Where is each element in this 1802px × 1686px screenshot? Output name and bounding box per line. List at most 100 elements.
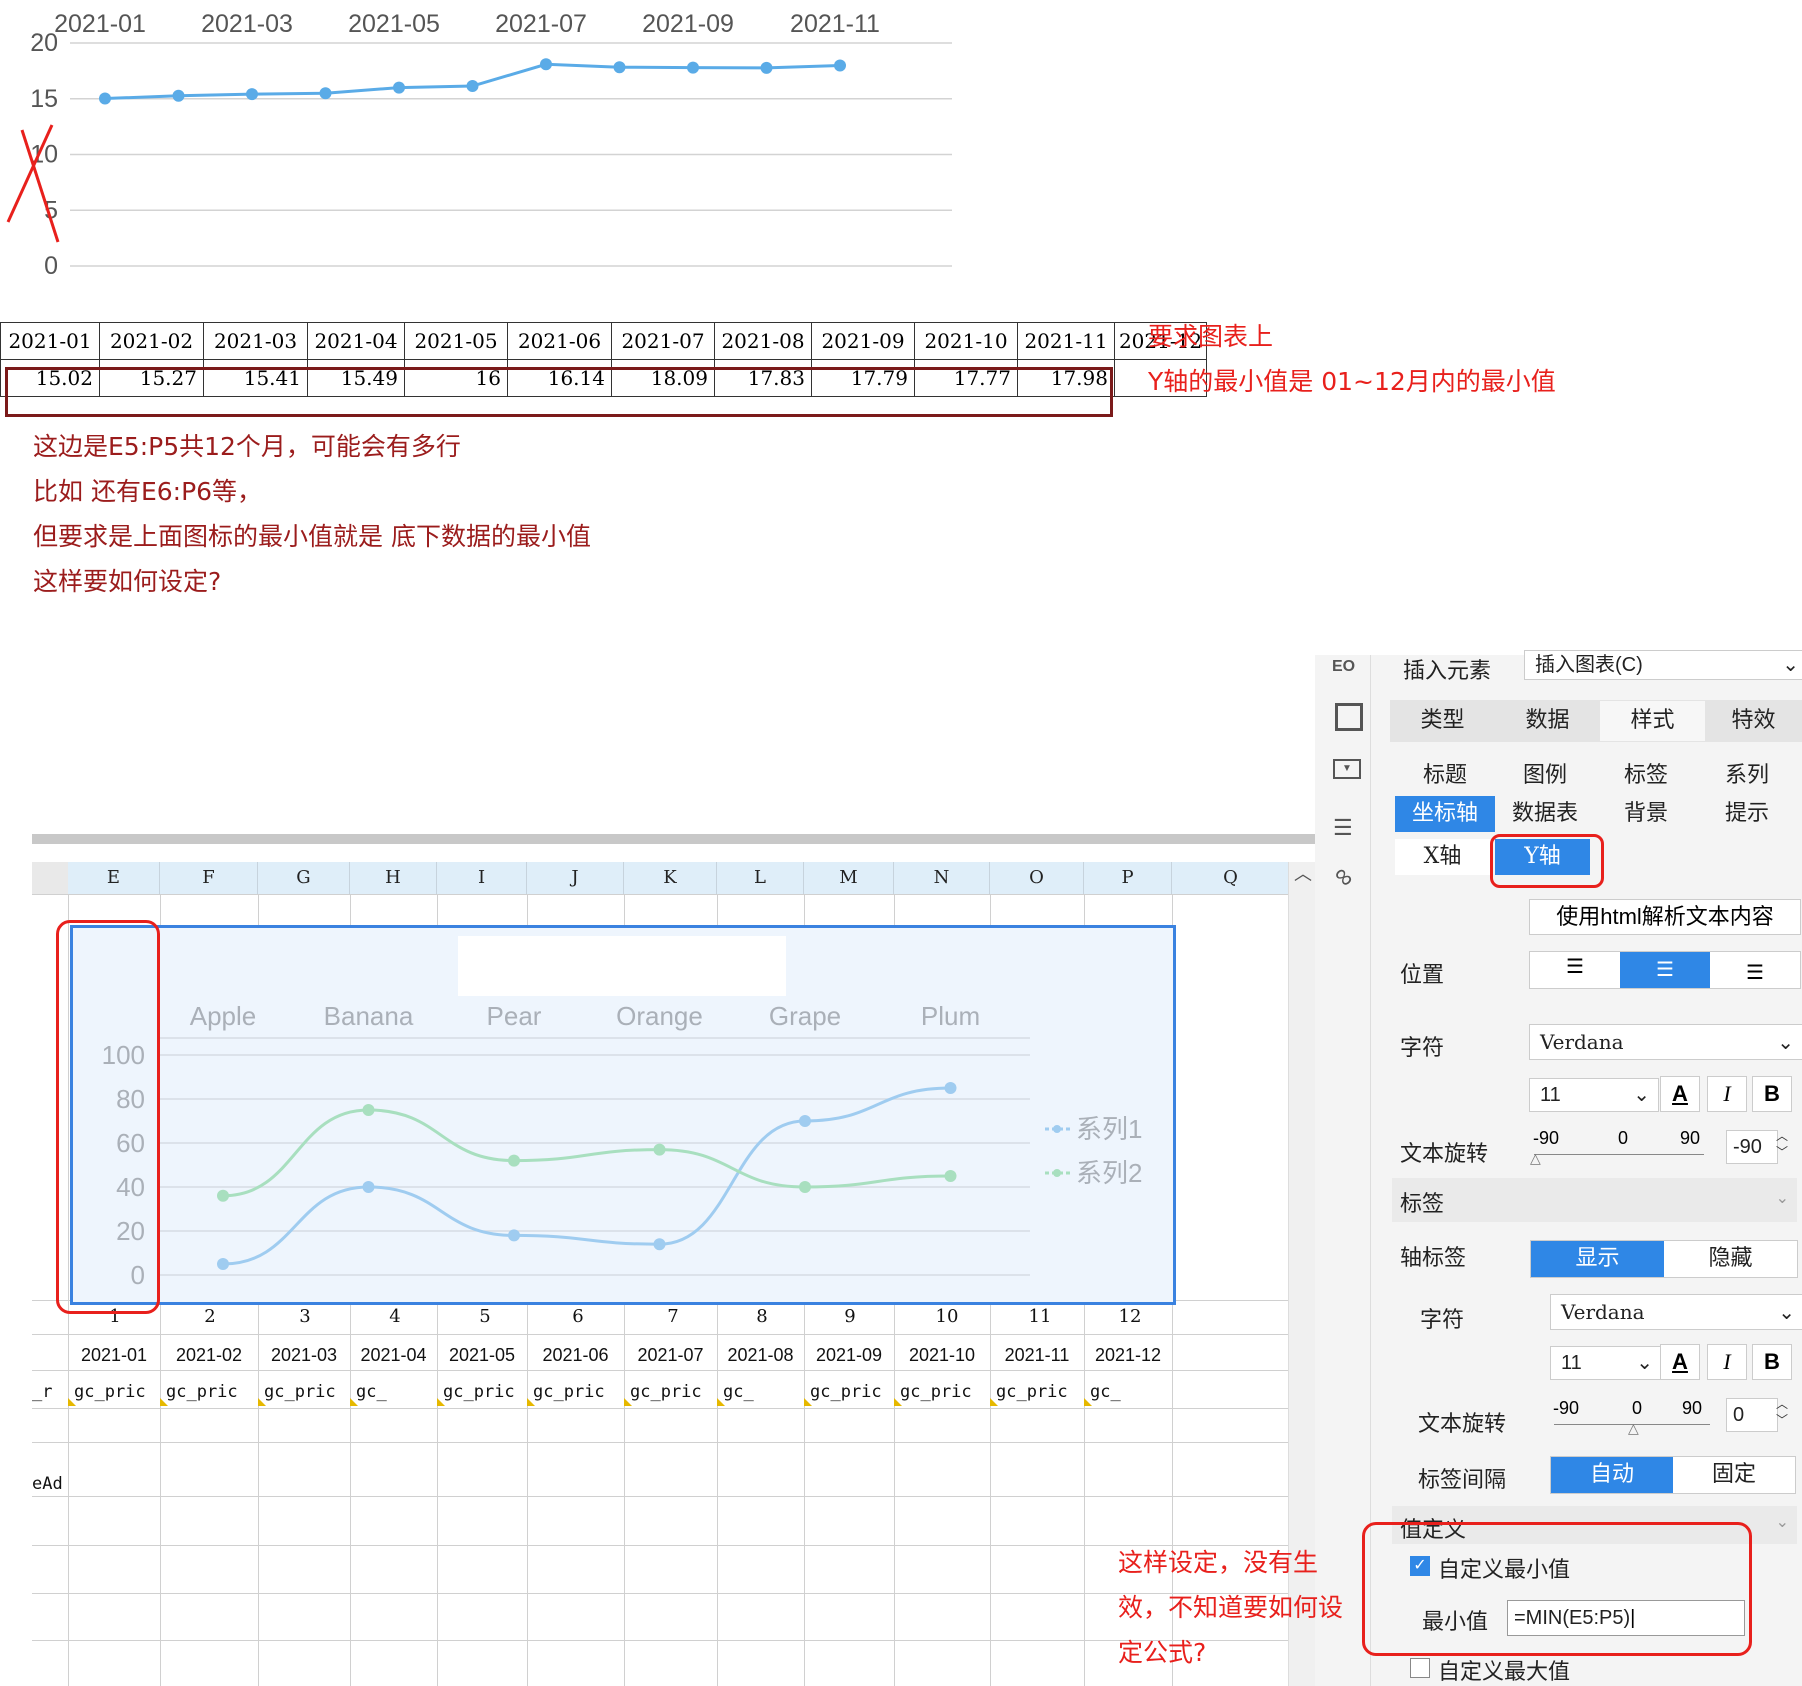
font-select-2[interactable]: Verdana ⌄ [1550, 1294, 1802, 1330]
html-parse-button[interactable]: 使用html解析文本内容 [1529, 899, 1801, 935]
frame-icon[interactable] [1335, 703, 1363, 731]
font-size-select-2[interactable]: 11 ⌄ [1550, 1346, 1662, 1380]
italic-button-2[interactable]: I [1707, 1344, 1747, 1380]
align-right-icon[interactable]: ☰ [1710, 952, 1800, 988]
note-left-3: 但要求是上面图标的最小值就是 底下数据的最小值 [33, 522, 591, 551]
date-cell: 2021-04 [307, 322, 405, 360]
comment-marker [717, 1398, 725, 1406]
x-tick-label: 2021-09 [642, 10, 734, 38]
tab-type[interactable]: 类型 [1390, 701, 1495, 741]
bold-button-2[interactable]: B [1752, 1344, 1792, 1380]
subtab-datatable[interactable]: 数据表 [1495, 796, 1595, 832]
tab-effects[interactable]: 特效 [1705, 701, 1802, 741]
row-number-cell: 12 [1118, 1306, 1142, 1327]
date-cell[interactable]: 2021-02 [160, 1345, 258, 1366]
fixed-button[interactable]: 固定 [1673, 1457, 1795, 1493]
link-icon[interactable]: ∞ [1327, 859, 1361, 894]
column-header-m[interactable]: M [804, 862, 894, 894]
date-cell[interactable]: 2021-09 [804, 1345, 894, 1366]
formula-cell[interactable]: gc_pric [533, 1382, 605, 1402]
date-cell[interactable]: 2021-06 [527, 1345, 624, 1366]
custom-max-checkbox[interactable] [1410, 1658, 1430, 1678]
insert-chart-select[interactable]: 插入图表(C) ⌄ [1524, 650, 1802, 680]
note-left-2: 比如 还有E6:P6等， [33, 477, 263, 506]
formula-cell[interactable]: gc_ [723, 1382, 754, 1402]
subtab-label[interactable]: 标签 [1596, 758, 1696, 794]
rotate-slider-2[interactable]: -90 0 90 △ [1550, 1398, 1720, 1438]
formula-cell[interactable]: gc_pric [264, 1382, 336, 1402]
date-cell[interactable]: 2021-11 [990, 1345, 1084, 1366]
date-cell[interactable]: 2021-05 [437, 1345, 527, 1366]
column-header-j[interactable]: J [527, 862, 624, 894]
date-cell[interactable]: 2021-12 [1084, 1345, 1172, 1366]
bold-button[interactable]: B [1752, 1076, 1792, 1112]
italic-button[interactable]: I [1707, 1076, 1747, 1112]
grid-row-line [32, 1408, 1288, 1409]
column-header-h[interactable]: H [350, 862, 437, 894]
subtab-axis[interactable]: 坐标轴 [1395, 796, 1495, 832]
rotate-input-2[interactable]: 0 [1726, 1398, 1778, 1432]
subtab-series[interactable]: 系列 [1697, 758, 1797, 794]
font-size-select[interactable]: 11 ⌄ [1529, 1078, 1659, 1112]
formula-cell[interactable]: gc_ [1090, 1382, 1121, 1402]
truncated-cell[interactable]: eAd [32, 1474, 63, 1494]
date-cell[interactable]: 2021-01 [68, 1345, 160, 1366]
column-header-f[interactable]: F [160, 862, 258, 894]
note-right-2: Y轴的最小值是 01~12月内的最小值 [1148, 367, 1556, 396]
scroll-up-icon[interactable]: ︿ [1289, 862, 1317, 886]
truncated-cell[interactable]: _r [32, 1382, 52, 1402]
rotate-label-2: 文本旋转 [1418, 1412, 1507, 1437]
align-center-icon[interactable]: ☰ [1620, 952, 1710, 988]
date-cell[interactable]: 2021-03 [258, 1345, 350, 1366]
show-button[interactable]: 显示 [1531, 1241, 1664, 1277]
tab-style[interactable]: 样式 [1600, 701, 1705, 741]
rotate-input[interactable]: -90 [1726, 1130, 1778, 1164]
formula-cell[interactable]: gc_pric [630, 1382, 702, 1402]
row-number-cell: 3 [299, 1306, 311, 1327]
hide-button[interactable]: 隐藏 [1664, 1241, 1797, 1277]
spinner-icon[interactable]: ︿ ﹀ [1776, 1396, 1788, 1428]
align-left-icon[interactable]: ☰ [1530, 952, 1620, 988]
slider-thumb[interactable]: △ [1628, 1420, 1639, 1437]
subtab-legend[interactable]: 图例 [1495, 758, 1595, 794]
date-cell[interactable]: 2021-08 [717, 1345, 804, 1366]
row-number-cell: 2 [204, 1306, 216, 1327]
column-header-g[interactable]: G [258, 862, 350, 894]
formula-cell[interactable]: gc_pric [810, 1382, 882, 1402]
rotate-slider[interactable]: -90 0 90 △ [1530, 1128, 1720, 1168]
column-header-n[interactable]: N [894, 862, 990, 894]
auto-button[interactable]: 自动 [1551, 1457, 1673, 1493]
column-header-l[interactable]: L [717, 862, 804, 894]
column-header-q[interactable]: Q [1172, 862, 1290, 894]
subtab-tooltip[interactable]: 提示 [1697, 796, 1797, 832]
subtab-background[interactable]: 背景 [1596, 796, 1696, 832]
font-select[interactable]: Verdana ⌄ [1529, 1024, 1802, 1060]
font-color-button-2[interactable]: A [1660, 1344, 1700, 1380]
column-header-p[interactable]: P [1084, 862, 1172, 894]
data-point [540, 58, 552, 71]
list-icon[interactable]: ☰ [1333, 815, 1353, 841]
formula-cell[interactable]: gc_pric [74, 1382, 146, 1402]
column-header-k[interactable]: K [624, 862, 717, 894]
date-cell[interactable]: 2021-10 [894, 1345, 990, 1366]
slider-thumb[interactable]: △ [1530, 1150, 1541, 1167]
toolbar-icon-top[interactable]: EO [1332, 658, 1355, 676]
tab-data[interactable]: 数据 [1495, 701, 1600, 741]
font-color-button[interactable]: A [1660, 1076, 1700, 1112]
subtab-title[interactable]: 标题 [1395, 758, 1495, 794]
formula-cell[interactable]: gc_ [356, 1382, 387, 1402]
chevron-down-icon: ⌄ [1778, 1300, 1795, 1324]
date-cell[interactable]: 2021-04 [350, 1345, 437, 1366]
column-header-i[interactable]: I [437, 862, 527, 894]
column-header-o[interactable]: O [990, 862, 1084, 894]
tab-x-axis[interactable]: X轴 [1395, 839, 1490, 875]
data-point [834, 59, 846, 72]
date-cell[interactable]: 2021-07 [624, 1345, 717, 1366]
formula-cell[interactable]: gc_pric [443, 1382, 515, 1402]
spinner-icon[interactable]: ︿ ﹀ [1776, 1128, 1788, 1160]
column-header-e[interactable]: E [68, 862, 160, 894]
dropdown-box-icon[interactable]: ▼ [1333, 759, 1361, 779]
formula-cell[interactable]: gc_pric [900, 1382, 972, 1402]
formula-cell[interactable]: gc_pric [996, 1382, 1068, 1402]
formula-cell[interactable]: gc_pric [166, 1382, 238, 1402]
